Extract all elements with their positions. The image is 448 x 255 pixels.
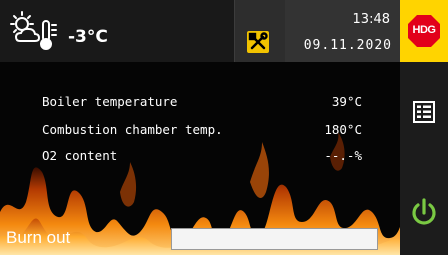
reading-label: Boiler temperature xyxy=(42,94,178,109)
main-panel: Boiler temperature 39°C Combustion chamb… xyxy=(0,62,400,255)
reading-value: 180°C xyxy=(324,122,362,137)
logo-button[interactable]: HDG xyxy=(400,0,448,62)
status-label: Burn out xyxy=(6,228,71,247)
reading-row: O2 content --.-% xyxy=(0,148,400,168)
reading-value: --.-% xyxy=(324,148,362,163)
tools-panel xyxy=(234,0,286,62)
logo-text: HDG xyxy=(412,24,436,36)
sun-cloud-thermometer-icon xyxy=(10,11,57,50)
header-bar: -3°C 13:48 09.11.2020 xyxy=(0,0,400,62)
menu-grid-icon[interactable] xyxy=(412,100,436,124)
power-icon[interactable] xyxy=(410,197,438,227)
weather-widget[interactable]: -3°C xyxy=(6,7,231,55)
hdg-control-screen: -3°C 13:48 09.11.2020 HDG Boiler tempera… xyxy=(0,0,448,255)
tools-icon xyxy=(248,32,268,50)
tools-button[interactable] xyxy=(247,31,269,53)
clock-date: 09.11.2020 xyxy=(303,38,392,53)
reading-row: Boiler temperature 39°C xyxy=(0,94,400,114)
outside-temperature: -3°C xyxy=(68,27,108,47)
reading-row: Combustion chamber temp. 180°C xyxy=(0,122,400,142)
reading-label: O2 content xyxy=(42,148,118,163)
reading-value: 39°C xyxy=(331,94,362,109)
reading-label: Combustion chamber temp. xyxy=(42,122,223,137)
date-time-panel[interactable]: 13:48 09.11.2020 xyxy=(285,0,400,62)
status-progress-bar xyxy=(171,228,378,250)
status-bar: Burn out xyxy=(0,224,400,255)
right-sidebar: HDG xyxy=(400,0,448,255)
clock-time: 13:48 xyxy=(352,12,390,27)
